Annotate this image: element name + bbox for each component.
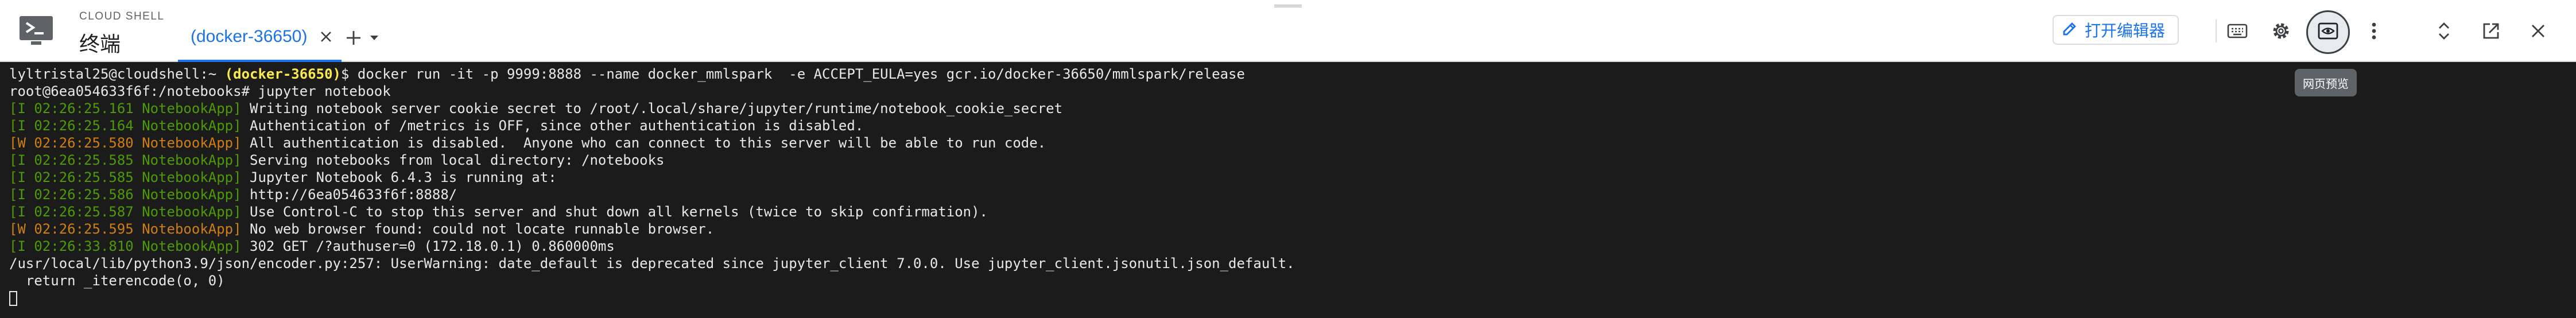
product-name: CLOUD SHELL (79, 10, 165, 22)
terminal-output[interactable]: lyltristal25@cloudshell:~ (docker-36650)… (0, 63, 2576, 318)
terminal-text: Authentication of /metrics is OFF, since… (241, 118, 864, 134)
terminal-line: lyltristal25@cloudshell:~ (docker-36650)… (9, 65, 2576, 83)
chevron-down-icon[interactable] (366, 30, 382, 46)
terminal-line: [I 02:26:25.164 NotebookApp] Authenticat… (9, 117, 2576, 134)
terminal-text: Writing notebook server cookie secret to… (241, 100, 1063, 117)
terminal-text: Jupyter Notebook 6.4.3 is running at: (241, 169, 557, 185)
log-prefix: [I 02:26:25.164 NotebookApp] (9, 118, 242, 134)
terminal-app-icon (17, 14, 55, 47)
terminal-cursor (9, 291, 17, 306)
terminal-line: [I 02:26:33.810 NotebookApp] 302 GET /?a… (9, 238, 2576, 255)
terminal-text: 302 GET /?authuser=0 (172.18.0.1) 0.8600… (241, 238, 615, 254)
terminal-line: return _iterencode(o, 0) (9, 272, 2576, 289)
gear-icon[interactable] (2267, 17, 2295, 45)
terminal-text: lyltristal25@cloudshell:~ (9, 66, 225, 82)
terminal-text: No web browser found: could not locate r… (241, 221, 715, 237)
log-prefix: [I 02:26:33.810 NotebookApp] (9, 238, 242, 254)
close-panel-icon[interactable] (2524, 17, 2552, 45)
more-vert-icon[interactable] (2360, 17, 2388, 45)
terminal-line: [W 02:26:25.580 NotebookApp] All authent… (9, 134, 2576, 152)
web-preview-icon (2318, 22, 2338, 42)
log-prefix: [W 02:26:25.595 NotebookApp] (9, 221, 242, 237)
resize-drag-handle[interactable] (1274, 5, 1302, 7)
terminal-line: [I 02:26:25.585 NotebookApp] Serving not… (9, 152, 2576, 169)
keyboard-icon[interactable] (2224, 17, 2251, 45)
open-editor-button[interactable]: 打开编辑器 (2053, 15, 2179, 45)
terminal-text: Serving notebooks from local directory: … (241, 152, 665, 168)
active-tab-indicator (178, 60, 342, 62)
toolbar-divider (2216, 20, 2217, 42)
open-editor-label: 打开编辑器 (2085, 22, 2166, 40)
log-prefix: [I 02:26:25.585 NotebookApp] (9, 169, 242, 185)
terminal-line: /usr/local/lib/python3.9/json/encoder.py… (9, 255, 2576, 272)
terminal-line: [W 02:26:25.595 NotebookApp] No web brow… (9, 220, 2576, 238)
log-prefix: [I 02:26:25.586 NotebookApp] (9, 187, 242, 203)
page-title: 终端 (79, 32, 121, 56)
tab-docker-36650[interactable]: (docker-36650) (178, 24, 336, 49)
cloud-shell-header: CLOUD SHELL 终端 (docker-36650) 打开编辑器 (0, 0, 2576, 62)
terminal-prompt-line[interactable] (9, 289, 2576, 307)
log-prefix: [I 02:26:25.587 NotebookApp] (9, 204, 242, 220)
terminal-text: (docker-36650) (224, 66, 341, 82)
terminal-text: $ docker run -it -p 9999:8888 --name doc… (340, 66, 1245, 82)
terminal-line: [I 02:26:25.585 NotebookApp] Jupyter Not… (9, 169, 2576, 186)
terminal-text: /usr/local/lib/python3.9/json/encoder.py… (9, 255, 1295, 272)
terminal-text: All authentication is disabled. Anyone w… (241, 135, 1046, 151)
log-prefix: [I 02:26:25.161 NotebookApp] (9, 100, 242, 117)
terminal-text: return _iterencode(o, 0) (9, 273, 225, 289)
open-new-window-icon[interactable] (2477, 17, 2505, 45)
expand-icon[interactable] (2430, 17, 2458, 45)
log-prefix: [I 02:26:25.585 NotebookApp] (9, 152, 242, 168)
terminal-text: root@6ea054633f6f:/notebooks# jupyter no… (9, 83, 391, 99)
pencil-icon (2062, 21, 2078, 40)
web-preview-button[interactable] (2306, 10, 2350, 54)
web-preview-tooltip: 网页预览 (2295, 69, 2357, 96)
terminal-line: [I 02:26:25.161 NotebookApp] Writing not… (9, 100, 2576, 117)
terminal-line: [I 02:26:25.587 NotebookApp] Use Control… (9, 203, 2576, 220)
close-icon[interactable] (316, 27, 336, 46)
terminal-line: root@6ea054633f6f:/notebooks# jupyter no… (9, 83, 2576, 100)
terminal-text: Use Control-C to stop this server and sh… (241, 204, 988, 220)
terminal-line: [I 02:26:25.586 NotebookApp] http://6ea0… (9, 186, 2576, 203)
terminal-text: http://6ea054633f6f:8888/ (241, 187, 457, 203)
add-icon[interactable] (342, 26, 365, 49)
log-prefix: [W 02:26:25.580 NotebookApp] (9, 135, 242, 151)
tab-label: (docker-36650) (191, 27, 308, 46)
